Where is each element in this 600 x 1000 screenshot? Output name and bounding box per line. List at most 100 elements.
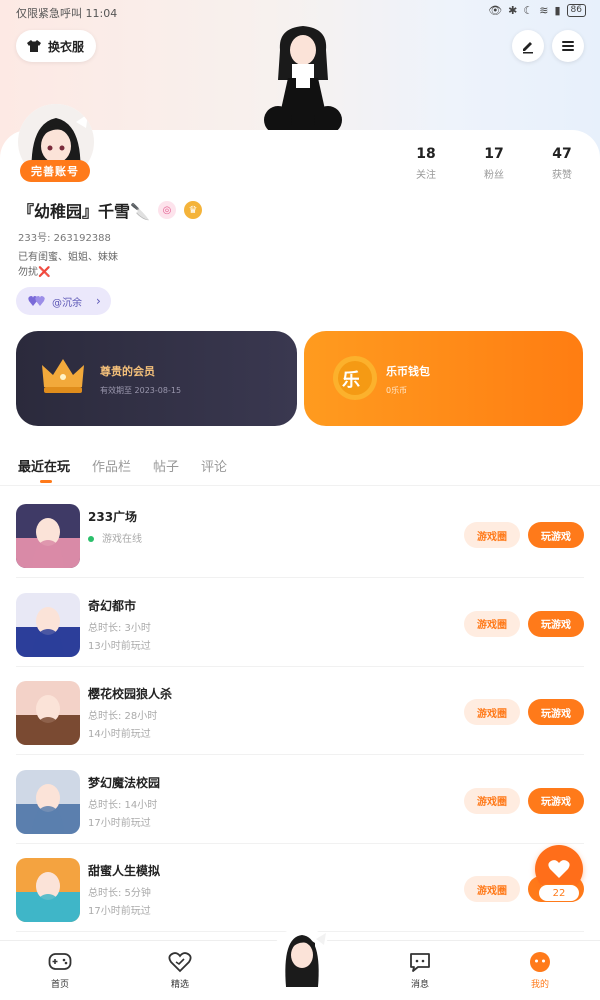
game-thumbnail[interactable] [16, 504, 80, 568]
followers-label: 粉丝 [484, 170, 504, 181]
play-game-button[interactable]: 玩游戏 [528, 522, 584, 548]
crown-badge-icon[interactable]: ♛ [183, 201, 202, 219]
wifi-icon: ≋ [539, 4, 549, 17]
game-circle-button[interactable]: 游戏圈 [464, 610, 520, 637]
signal-icon: ▮ [554, 4, 561, 17]
chevron-right-icon: › [96, 294, 101, 308]
moon-icon: ☾ [523, 4, 534, 17]
game-row[interactable]: 樱花校园狼人杀 总时长: 28小时 14小时前玩过 游戏圈 玩游戏 [0, 667, 600, 755]
wallet-title: 乐币钱包 [386, 365, 430, 378]
play-game-button[interactable]: 玩游戏 [528, 787, 584, 814]
game-row[interactable]: 233广场游戏在线 游戏圈 玩游戏 [0, 490, 600, 578]
game-thumbnail[interactable] [16, 769, 80, 834]
followers-stat[interactable]: 17 粉丝 [464, 146, 524, 181]
tab-comments[interactable]: 评论 [201, 456, 227, 475]
avatar-thumbnail [285, 933, 326, 987]
nickname-row: 『幼稚园』千雪🔪 ◎ ♛ [18, 198, 202, 222]
online-status: 游戏在线 [88, 530, 142, 545]
user-id: 233号: 263192388 [18, 233, 111, 244]
vip-title: 尊贵的会员 [100, 365, 155, 378]
nav-featured[interactable]: 精选 [150, 951, 210, 990]
edit-button[interactable] [512, 30, 544, 62]
game-line-1-text: 总时长: 14小时 [88, 799, 158, 811]
game-circle-button[interactable]: 游戏圈 [464, 522, 520, 548]
followers-count: 17 [484, 146, 504, 162]
vip-subtitle: 有效期至 2023-08-15 [100, 386, 182, 395]
status-icons: 👁 ✱ ☾ ≋ ▮ 86 [488, 4, 586, 17]
game-name: 梦幻魔法校园 [88, 775, 161, 790]
menu-button[interactable] [552, 30, 584, 62]
tab-posts[interactable]: 帖子 [153, 456, 179, 475]
nav-me-label: 我的 [530, 980, 549, 990]
family-pill[interactable]: @沉余 › [16, 287, 111, 315]
tab-works[interactable]: 作品栏 [92, 456, 131, 475]
game-name: 233广场 [88, 510, 138, 524]
game-circle-button[interactable]: 游戏圈 [464, 699, 520, 725]
play-game-button[interactable]: 玩游戏 [528, 699, 584, 725]
heart-outline-icon [168, 952, 192, 973]
game-row[interactable]: 甜蜜人生模拟总时长: 5分钟17小时前玩过游戏圈玩游戏 [0, 844, 600, 932]
lollipop-badge-icon[interactable]: ◎ [157, 201, 176, 219]
nav-messages-label: 消息 [410, 980, 429, 990]
following-label: 关注 [416, 170, 436, 181]
total-playtime: 总时长: 14小时 [88, 796, 157, 811]
bio-line-1: 已有闺蜜、姐姐、妹妹 [18, 252, 118, 263]
likes-count: 47 [552, 146, 572, 162]
me-icon [530, 952, 550, 972]
family-label: @沉余 [52, 297, 82, 309]
tab-recently-played[interactable]: 最近在玩 [18, 456, 70, 483]
game-name: 甜蜜人生模拟 [88, 864, 161, 878]
game-circle-button[interactable]: 游戏圈 [464, 787, 520, 814]
bio: 已有闺蜜、姐姐、妹妹 勿扰❌ [18, 250, 118, 280]
last-played: 13小时前玩过 [88, 640, 151, 652]
message-icon [410, 953, 430, 972]
game-thumbnail[interactable] [16, 858, 80, 922]
nav-home[interactable]: 首页 [30, 951, 90, 990]
following-count: 18 [416, 146, 436, 162]
wallet-subtitle: 0乐币 [386, 386, 408, 395]
game-line-1-text: 总时长: 28小时 [88, 711, 158, 722]
vip-card[interactable]: 尊贵的会员 有效期至 2023-08-15 [16, 331, 297, 426]
outfit-label: 换衣服 [48, 39, 85, 54]
game-name: 樱花校园狼人杀 [88, 687, 173, 701]
game-line-1-text: 游戏在线 [102, 534, 142, 545]
likes-label: 获赞 [552, 170, 572, 181]
game-line-1-text: 总时长: 5分钟 [88, 888, 151, 899]
avatar-character[interactable] [258, 20, 348, 132]
complete-account-badge[interactable]: 完善账号 [20, 160, 90, 182]
battery-icon: 86 [566, 4, 586, 17]
game-circle-button[interactable]: 游戏圈 [464, 876, 520, 902]
double-heart-icon [28, 296, 45, 306]
tabs-divider [0, 485, 600, 486]
crown-icon [42, 359, 84, 393]
wallet-card[interactable]: 乐 乐币钱包 0乐币 [304, 331, 583, 426]
gamepad-icon [48, 953, 72, 970]
last-played: 14小时前玩过 [88, 729, 151, 740]
shirt-icon [27, 40, 41, 52]
game-row[interactable]: 梦幻魔法校园 总时长: 14小时 17小时前玩过 游戏圈 玩游戏 [0, 756, 600, 844]
nickname: 『幼稚园』千雪🔪 [18, 202, 150, 221]
menu-icon [562, 41, 574, 51]
nav-me[interactable]: 我的 [510, 951, 570, 990]
status-text: 仅限紧急呼叫 11:04 [16, 7, 118, 20]
following-stat[interactable]: 18 关注 [396, 146, 456, 181]
total-playtime: 总时长: 5分钟 [88, 884, 151, 899]
game-name: 奇幻都市 [88, 598, 137, 613]
game-thumbnail[interactable] [16, 592, 80, 657]
last-played: 17小时前玩过 [88, 817, 151, 829]
likes-stat[interactable]: 47 获赞 [532, 146, 592, 181]
game-thumbnail[interactable] [16, 681, 80, 745]
nav-messages[interactable]: 消息 [390, 951, 450, 990]
pencil-icon [523, 42, 533, 54]
bio-line-2: 勿扰❌ [18, 267, 51, 278]
nav-home-label: 首页 [50, 980, 69, 990]
play-game-button[interactable]: 玩游戏 [528, 610, 584, 637]
content-tabs: 最近在玩 作品栏 帖子 评论 [18, 456, 227, 483]
game-line-1-text: 总时长: 3小时 [88, 622, 151, 634]
like-count: 22 [538, 884, 580, 902]
total-playtime: 总时长: 3小时 [88, 619, 151, 634]
outfit-button[interactable]: 换衣服 [16, 30, 97, 62]
nav-center-avatar[interactable] [272, 927, 332, 991]
last-played: 17小时前玩过 [88, 906, 151, 917]
game-row[interactable]: 奇幻都市总时长: 3小时 13小时前玩过 游戏圈 玩游戏 [0, 579, 600, 667]
